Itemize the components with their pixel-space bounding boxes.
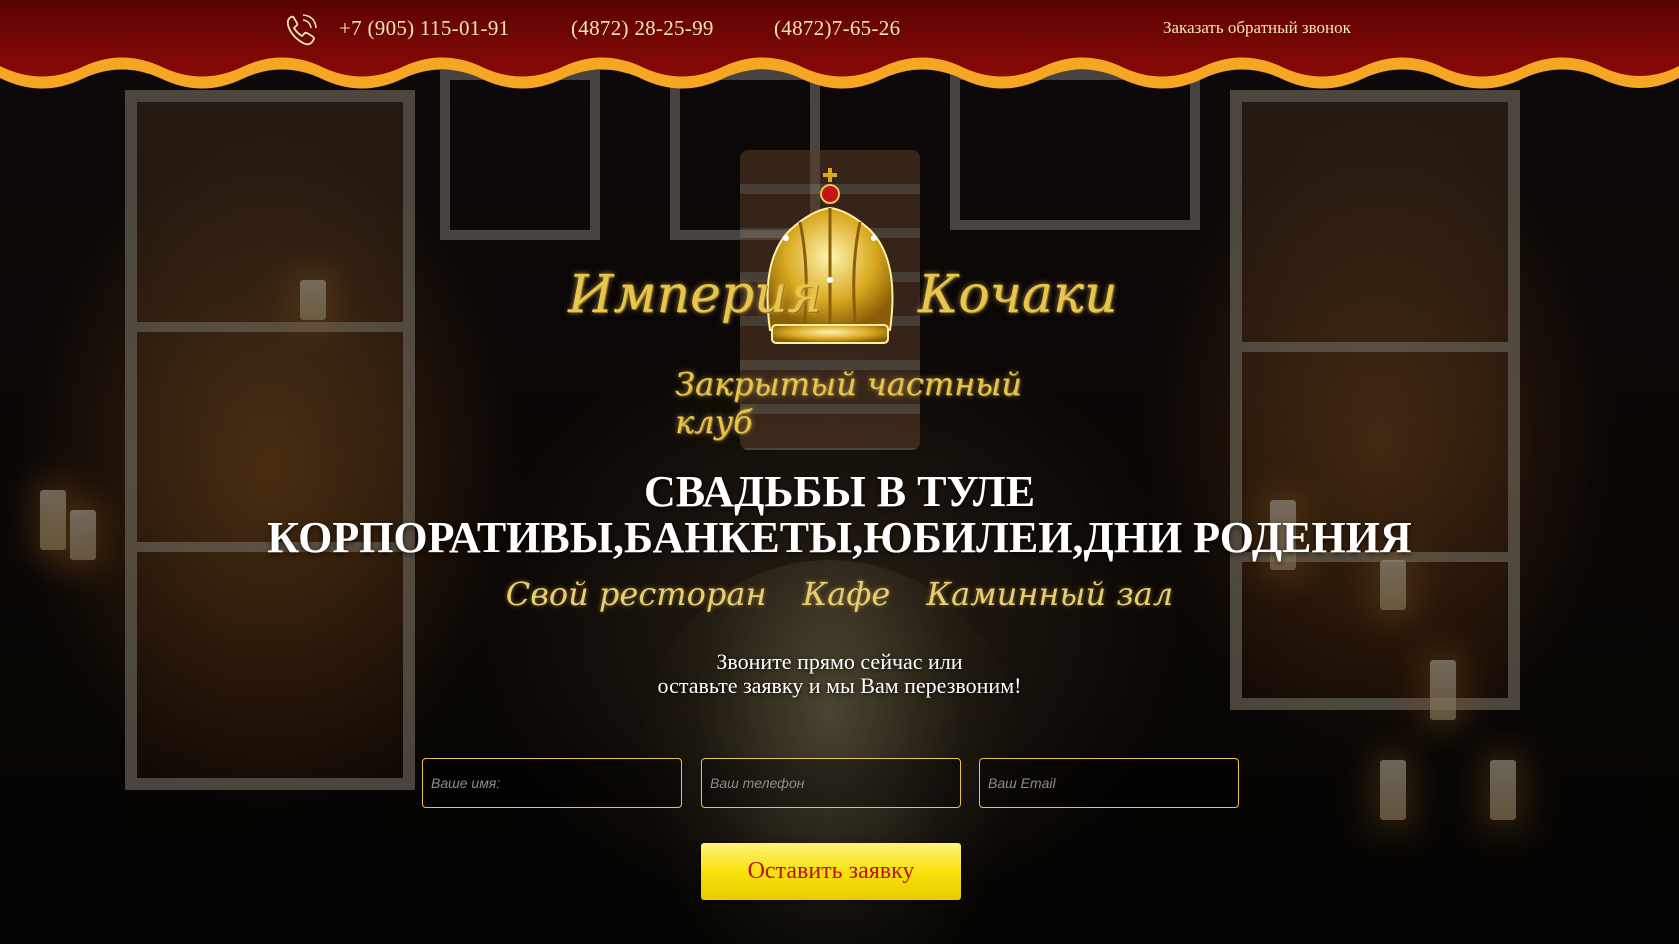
venue-cafe: Кафе xyxy=(802,575,891,613)
header-bar: +7 (905) 115-01-91 (4872) 28-25-99 (4872… xyxy=(0,0,1679,100)
submit-request-button[interactable]: Оставить заявку xyxy=(701,843,961,900)
headline-events: КОРПОРАТИВЫ,БАНКЕТЫ,ЮБИЛЕИ,ДНИ РОДЕНИЯ xyxy=(267,513,1412,562)
club-logo: Империя Кочаки Закрытый частный клуб xyxy=(560,160,1117,441)
phone-link-mobile[interactable]: +7 (905) 115-01-91 xyxy=(339,16,509,41)
callback-link[interactable]: Заказать обратный звонок xyxy=(1163,18,1351,38)
logo-tagline: Закрытый частный клуб xyxy=(675,365,1022,441)
name-input[interactable] xyxy=(422,758,682,808)
logo-word-kochaki: Кочаки xyxy=(918,265,1118,325)
cta-line-2: оставьте заявку и мы Вам перезвоним! xyxy=(657,673,1022,698)
logo-word-imperiya: Империя xyxy=(568,265,822,325)
cta-line-1: Звоните прямо сейчас или xyxy=(716,649,963,674)
phone-icon xyxy=(283,12,319,48)
phone-input[interactable] xyxy=(701,758,961,808)
email-input[interactable] xyxy=(979,758,1239,808)
phone-link-city-2[interactable]: (4872)7-65-26 xyxy=(774,16,900,41)
venue-list: Свой ресторан Кафе Каминный зал xyxy=(0,575,1679,613)
curtain-graphic xyxy=(0,0,1679,89)
headline-weddings: СВАДЬБЫ В ТУЛЕ xyxy=(643,467,1036,516)
phone-link-city-1[interactable]: (4872) 28-25-99 xyxy=(571,16,714,41)
venue-restaurant: Свой ресторан xyxy=(505,575,767,613)
venue-fireplace-hall: Каминный зал xyxy=(926,575,1174,613)
